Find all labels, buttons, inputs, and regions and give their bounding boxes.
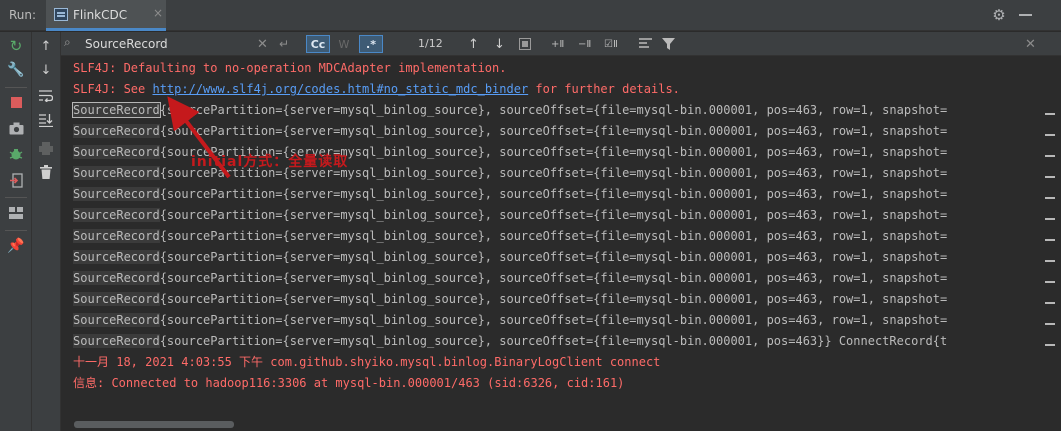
record-text: {sourcePartition={server=mysql_binlog_so… bbox=[159, 229, 948, 243]
match-marker bbox=[1045, 323, 1055, 325]
next-occurrence-icon[interactable]: ↓ bbox=[494, 35, 505, 53]
record-text: {sourcePartition={server=mysql_binlog_so… bbox=[159, 187, 948, 201]
source-record-line: SourceRecord{sourcePartition={server=mys… bbox=[73, 310, 947, 331]
console-icon bbox=[54, 8, 68, 21]
log-line: 信息: Connected to hadoop116:3306 at mysql… bbox=[73, 376, 625, 390]
record-text: {sourcePartition={server=mysql_binlog_so… bbox=[159, 208, 948, 222]
match-marker bbox=[1045, 302, 1055, 304]
search-match: SourceRecord bbox=[73, 187, 160, 201]
search-input[interactable] bbox=[85, 35, 275, 52]
new-line-icon[interactable]: ↵ bbox=[279, 35, 289, 53]
search-match: SourceRecord bbox=[73, 292, 160, 306]
record-text: {sourcePartition={server=mysql_binlog_so… bbox=[159, 292, 948, 306]
log-line: 十一月 18, 2021 4:03:55 下午 com.github.shyik… bbox=[73, 355, 661, 369]
debug-bug-icon[interactable] bbox=[7, 145, 25, 163]
record-text: {sourcePartition={server=mysql_binlog_so… bbox=[159, 334, 948, 348]
scroll-to-end-icon[interactable] bbox=[37, 111, 55, 129]
search-match: SourceRecord bbox=[73, 229, 160, 243]
match-marker bbox=[1045, 218, 1055, 220]
wrench-icon[interactable]: 🔧 bbox=[7, 61, 25, 79]
record-text: {sourcePartition={server=mysql_binlog_so… bbox=[159, 103, 948, 117]
record-text: {sourcePartition={server=mysql_binlog_so… bbox=[159, 313, 948, 327]
source-record-line: SourceRecord{sourcePartition={server=mys… bbox=[73, 268, 947, 289]
record-text: {sourcePartition={server=mysql_binlog_so… bbox=[159, 250, 948, 264]
match-marker bbox=[1045, 176, 1055, 178]
camera-icon[interactable] bbox=[7, 119, 25, 137]
search-match: SourceRecord bbox=[73, 208, 160, 222]
soft-wrap-icon[interactable] bbox=[37, 87, 55, 105]
select-all-matches-icon[interactable]: ☑Ⅱ bbox=[604, 35, 618, 53]
source-record-line: SourceRecord{sourcePartition={server=mys… bbox=[73, 205, 947, 226]
search-icon[interactable]: ⌕ bbox=[64, 35, 71, 50]
separator bbox=[5, 230, 27, 231]
match-marker bbox=[1045, 197, 1055, 199]
source-record-line: SourceRecord{sourcePartition={server=mys… bbox=[73, 289, 947, 310]
arrow-up-icon[interactable]: ↑ bbox=[37, 37, 55, 55]
run-toolwindow-header: Run: FlinkCDC × ⚙ bbox=[0, 0, 1061, 31]
console-output[interactable]: SLF4J: Defaulting to no-operation MDCAda… bbox=[61, 57, 1040, 419]
funnel-icon[interactable] bbox=[662, 35, 675, 53]
clear-search-icon[interactable]: ✕ bbox=[257, 35, 268, 53]
close-search-icon[interactable]: ✕ bbox=[1025, 35, 1036, 53]
record-text: {sourcePartition={server=mysql_binlog_so… bbox=[159, 124, 948, 138]
search-match: SourceRecord bbox=[73, 250, 160, 264]
add-occurrence-icon[interactable]: +Ⅱ bbox=[551, 35, 564, 53]
layout-icon[interactable] bbox=[7, 204, 25, 222]
horizontal-scrollbar[interactable] bbox=[61, 419, 1040, 431]
match-marker bbox=[1045, 281, 1055, 283]
source-record-line: SourceRecord{sourcePartition={server=mys… bbox=[73, 184, 947, 205]
record-text: {sourcePartition={server=mysql_binlog_so… bbox=[159, 271, 948, 285]
stop-icon[interactable] bbox=[7, 93, 25, 111]
remove-occurrence-icon[interactable]: −Ⅱ bbox=[578, 35, 591, 53]
console-actions-toolbar: ↑ ↓ bbox=[32, 32, 61, 431]
vertical-scrollbar[interactable] bbox=[1040, 57, 1061, 431]
match-case-button[interactable]: Cc bbox=[306, 35, 330, 53]
whole-words-button[interactable]: W bbox=[335, 35, 353, 53]
arrow-down-icon[interactable]: ↓ bbox=[37, 61, 55, 79]
select-all-occurrences-icon[interactable] bbox=[519, 35, 531, 53]
source-record-line: SourceRecord{sourcePartition={server=mys… bbox=[73, 247, 947, 268]
tab-flinkcdc[interactable]: FlinkCDC × bbox=[46, 0, 166, 31]
annotation-label: initial方式：全量读取 bbox=[191, 154, 349, 170]
match-marker bbox=[1045, 239, 1055, 241]
match-marker bbox=[1045, 113, 1055, 115]
search-match: SourceRecord bbox=[73, 313, 160, 327]
match-marker bbox=[1045, 155, 1055, 157]
print-icon[interactable] bbox=[37, 139, 55, 157]
separator bbox=[5, 197, 27, 198]
source-record-line: SourceRecord{sourcePartition={server=mys… bbox=[73, 226, 947, 247]
match-count: 1/12 bbox=[418, 37, 443, 50]
filter-lines-icon[interactable] bbox=[639, 35, 652, 53]
source-record-line: SourceRecord{sourcePartition={server=mys… bbox=[73, 331, 947, 352]
pin-icon[interactable]: 📌 bbox=[7, 237, 25, 255]
find-bar: ⌕ ✕ ↵ Cc W .* 1/12 ↑ ↓ +Ⅱ −Ⅱ ☑Ⅱ ✕ bbox=[61, 32, 1061, 56]
tab-label: FlinkCDC bbox=[73, 8, 128, 22]
regex-button[interactable]: .* bbox=[359, 35, 383, 53]
separator bbox=[5, 87, 27, 88]
search-match: SourceRecord bbox=[73, 271, 160, 285]
run-actions-toolbar: ↻ 🔧 📌 bbox=[0, 32, 32, 431]
run-label: Run: bbox=[9, 8, 37, 22]
gear-icon[interactable]: ⚙ bbox=[990, 6, 1008, 24]
match-marker bbox=[1045, 344, 1055, 346]
trash-icon[interactable] bbox=[37, 163, 55, 181]
rerun-icon[interactable]: ↻ bbox=[7, 37, 25, 55]
previous-occurrence-icon[interactable]: ↑ bbox=[468, 35, 479, 53]
exit-icon[interactable] bbox=[7, 171, 25, 189]
search-match: SourceRecord bbox=[73, 334, 160, 348]
match-marker bbox=[1045, 134, 1055, 136]
horizontal-scroll-thumb[interactable] bbox=[74, 421, 234, 428]
minimize-icon[interactable] bbox=[1019, 14, 1032, 16]
match-marker bbox=[1045, 260, 1055, 262]
log-line-suffix: for further details. bbox=[528, 82, 680, 96]
close-tab-button[interactable]: × bbox=[153, 6, 163, 20]
